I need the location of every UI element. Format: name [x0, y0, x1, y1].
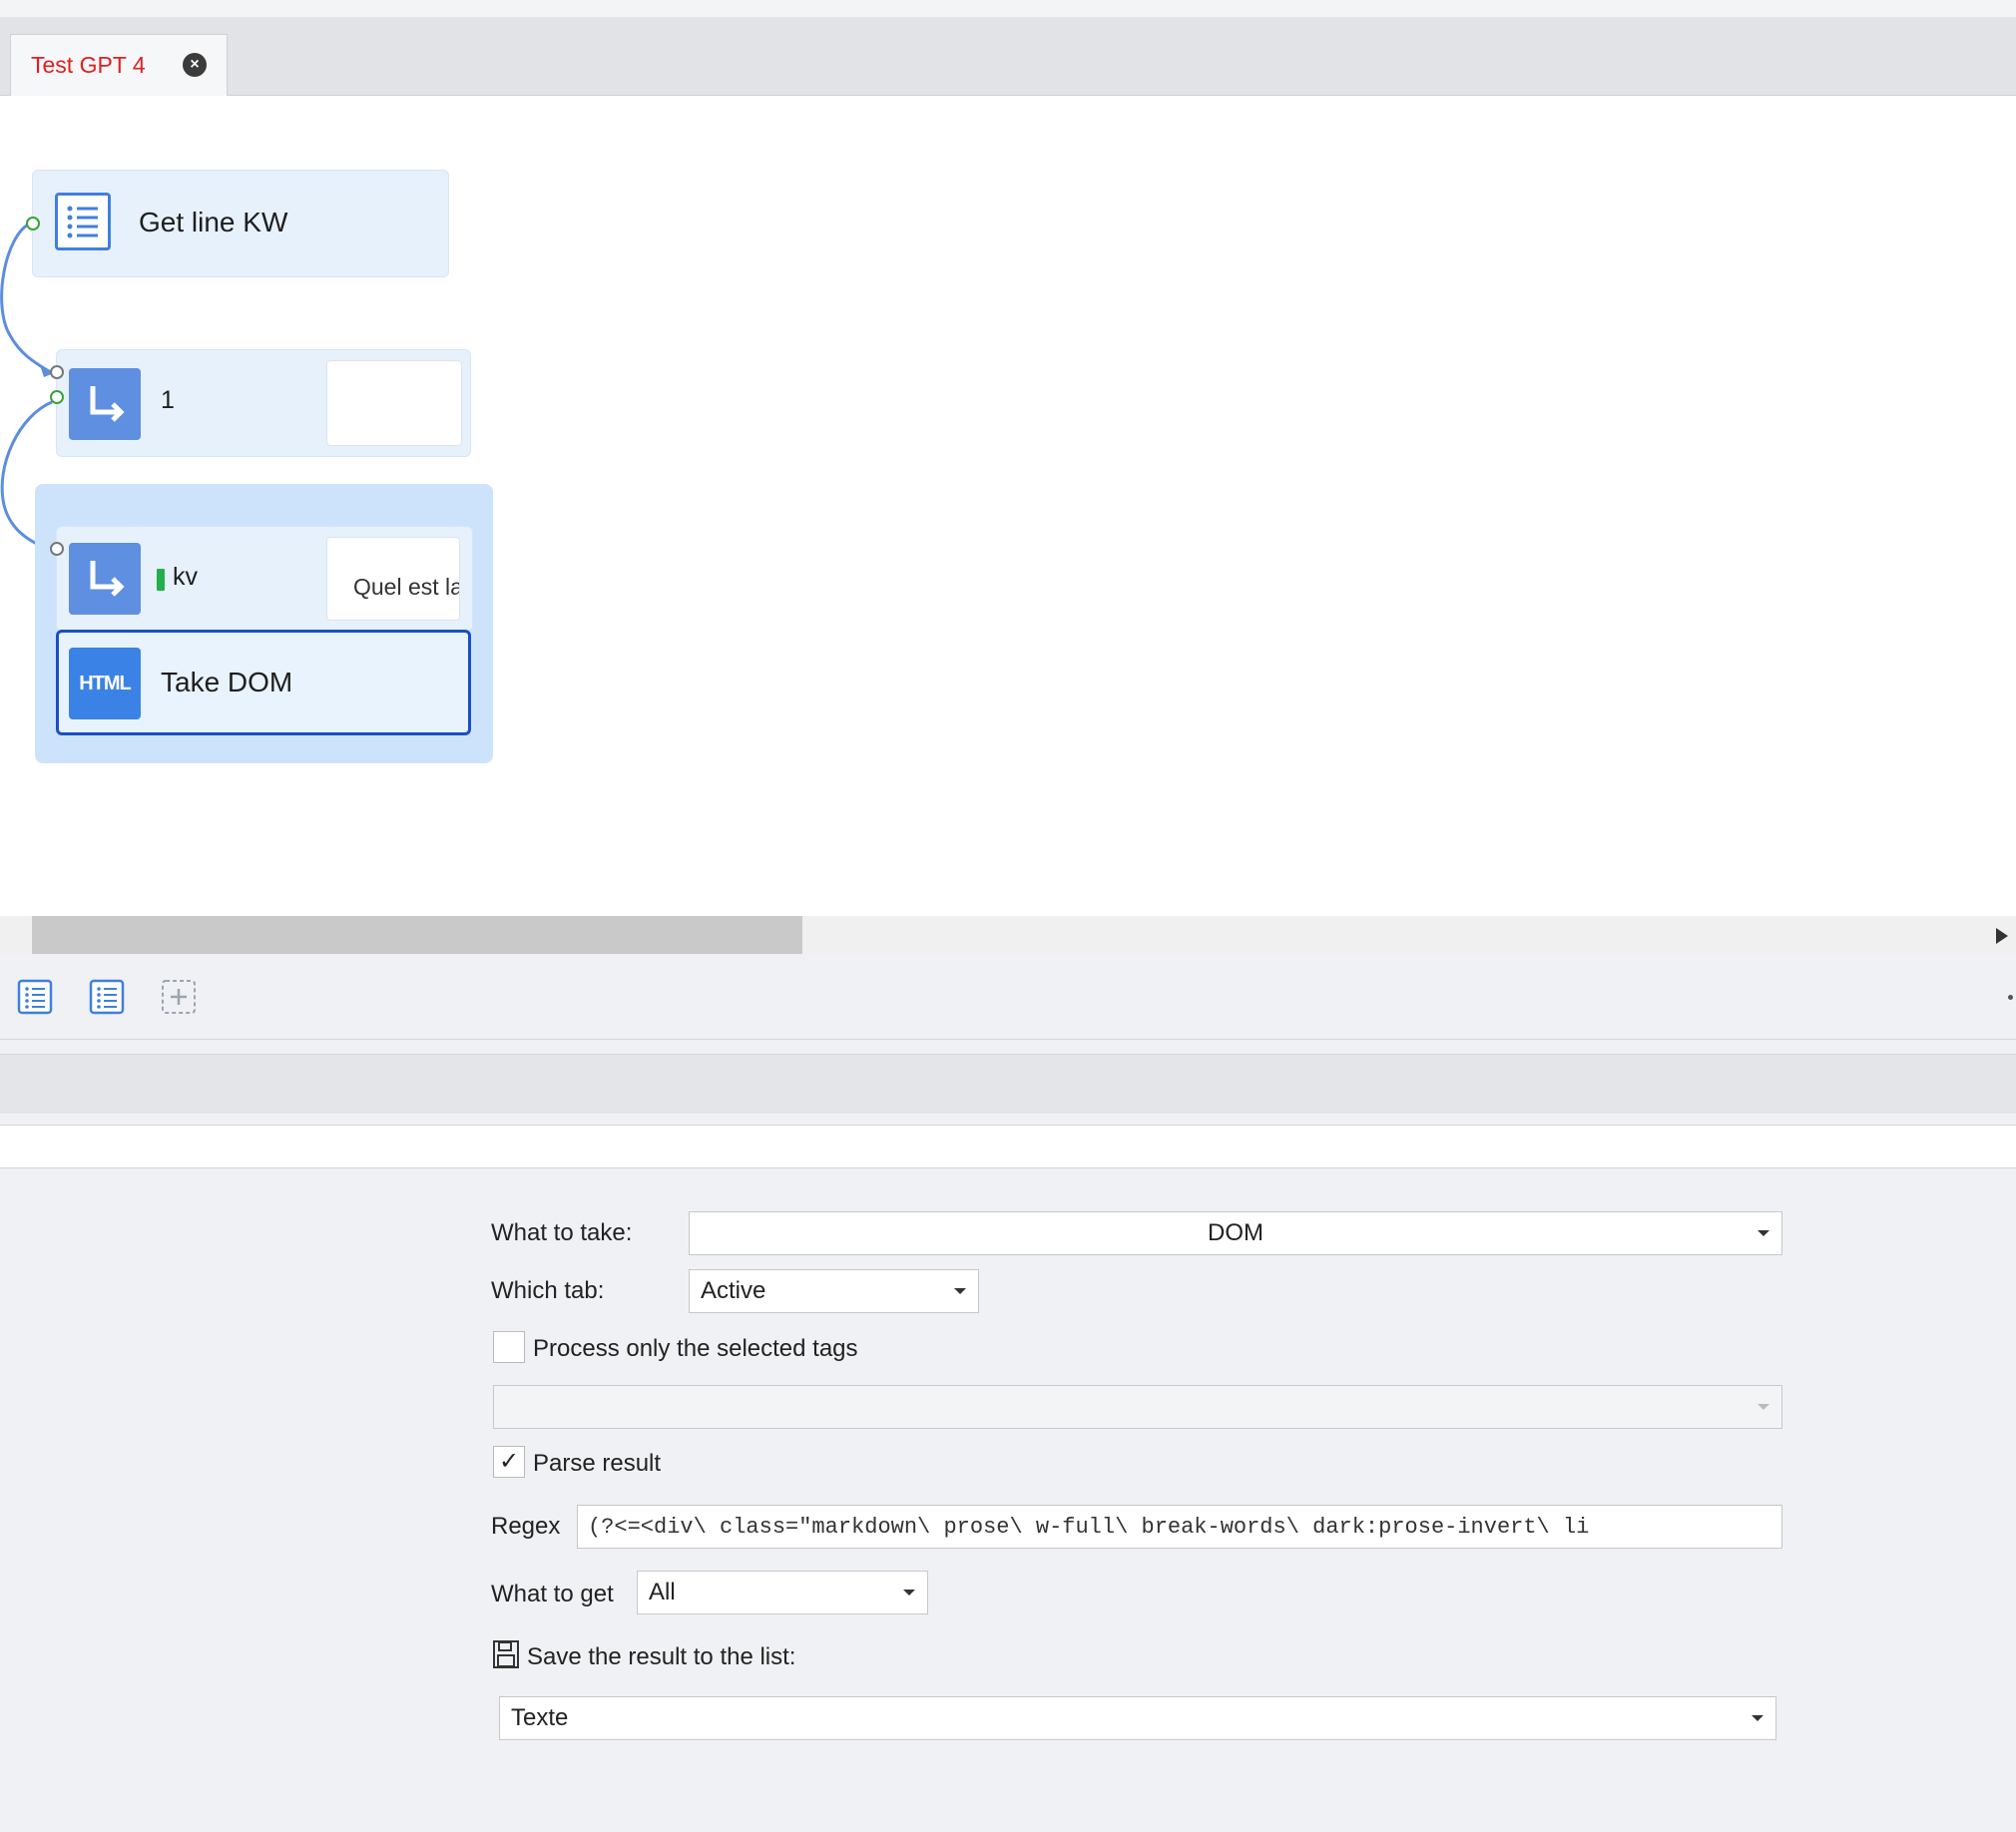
node-take-dom[interactable]: HTML Take DOM	[56, 630, 471, 735]
what-to-take-select[interactable]: DOM	[689, 1211, 1782, 1255]
save-icon	[493, 1640, 519, 1668]
process-selected-checkbox[interactable]	[493, 1331, 525, 1363]
node-goto-kv[interactable]: kv Quel est la	[50, 526, 473, 632]
list-icon	[55, 193, 111, 250]
node-label: 1	[161, 386, 175, 414]
panel-header	[0, 1054, 2016, 1114]
what-to-get-label: What to get	[491, 1581, 614, 1607]
which-tab-select[interactable]: Active	[689, 1269, 979, 1313]
project-canvas[interactable]: Get line KW 1 kv Quel est la HTML Take D…	[0, 96, 2016, 916]
node-get-line-kw[interactable]: Get line KW	[26, 170, 449, 277]
list-select[interactable]: Texte	[499, 1696, 1776, 1740]
chevron-down-icon	[1752, 1715, 1764, 1721]
chevron-down-icon	[954, 1288, 966, 1294]
scrollbar-thumb[interactable]	[32, 916, 802, 954]
tab-label: Test GPT 4	[31, 52, 146, 78]
chevron-down-icon	[903, 1590, 915, 1596]
which-tab-label: Which tab:	[491, 1277, 605, 1304]
save-result-label: Save the result to the list:	[527, 1643, 796, 1670]
tab-bar	[0, 18, 2016, 96]
top-strip	[0, 0, 2016, 18]
chevron-down-icon	[1758, 1230, 1769, 1236]
node-label: Take DOM	[161, 667, 293, 697]
input-port[interactable]	[26, 217, 40, 230]
parse-result-label: Parse result	[533, 1450, 662, 1477]
status-indicator	[157, 569, 165, 591]
chevron-down-icon	[1758, 1404, 1769, 1410]
node-preview: Quel est la	[326, 537, 460, 621]
arrow-turn-icon	[69, 543, 141, 615]
node-label: kv	[173, 563, 198, 591]
list-view-icon[interactable]	[17, 978, 55, 1016]
scroll-right-arrow-icon[interactable]	[1992, 924, 2012, 948]
tags-select[interactable]	[493, 1385, 1782, 1429]
tab-test-gpt4[interactable]: Test GPT 4 ×	[10, 34, 228, 96]
panel-subheader	[0, 1125, 2016, 1168]
input-port[interactable]	[50, 365, 64, 379]
add-block-icon[interactable]	[161, 978, 199, 1016]
parse-result-checkbox[interactable]: ✓	[493, 1446, 525, 1478]
node-label: Get line KW	[139, 207, 288, 237]
node-group[interactable]: kv Quel est la HTML Take DOM	[35, 484, 493, 763]
html-icon: HTML	[69, 648, 141, 719]
more-dot-icon[interactable]	[2008, 995, 2013, 1000]
input-port[interactable]	[50, 542, 64, 556]
output-port[interactable]	[50, 390, 64, 404]
process-selected-label: Process only the selected tags	[533, 1335, 858, 1362]
canvas-toolbar	[0, 956, 2016, 1040]
regex-label: Regex	[491, 1513, 561, 1540]
arrow-turn-icon	[69, 368, 141, 440]
close-icon[interactable]: ×	[183, 53, 207, 77]
what-to-get-select[interactable]: All	[637, 1571, 928, 1614]
list-view-icon[interactable]	[89, 978, 127, 1016]
node-preview	[326, 360, 462, 446]
node-goto-1[interactable]: 1	[50, 349, 471, 457]
regex-input[interactable]: (?<=<div\ class="markdown\ prose\ w-full…	[577, 1505, 1782, 1549]
what-to-take-label: What to take:	[491, 1219, 633, 1246]
